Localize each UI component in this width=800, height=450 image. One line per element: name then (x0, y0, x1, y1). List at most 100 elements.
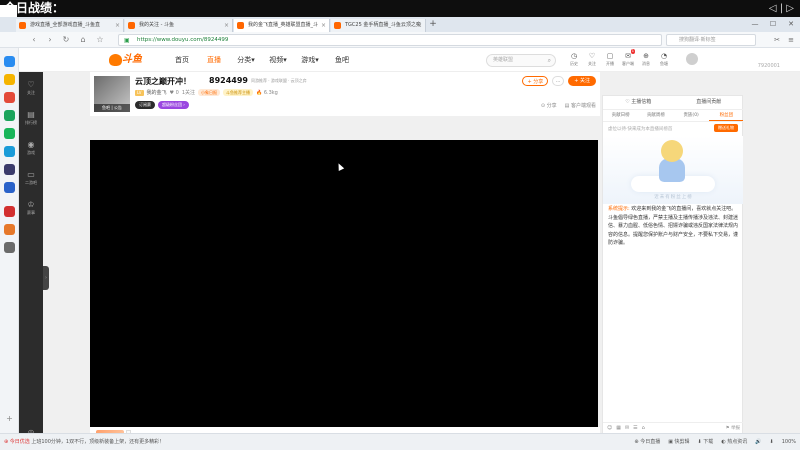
anchor-mailbox-tab[interactable]: ♡ 主播信箱 (603, 96, 674, 109)
wechat-icon[interactable] (4, 128, 15, 139)
home-icon[interactable]: ⌂ (642, 425, 645, 431)
sidebar-app-icon[interactable] (4, 206, 15, 217)
client-icon[interactable]: ✉ 客户端 1 (619, 49, 637, 71)
emoji-icon[interactable]: ☺ (607, 425, 612, 431)
site-search-input[interactable]: 英雄联盟 ⌕ (486, 54, 556, 67)
rail-events[interactable]: ♔ 赛事 (19, 200, 43, 216)
volume-icon[interactable]: 🔊 (755, 434, 761, 450)
more-icon[interactable]: ⋯ (552, 76, 565, 86)
message-icon[interactable]: ✉ (625, 425, 629, 431)
image-icon[interactable]: ▦ (616, 425, 621, 431)
today-pick[interactable]: ⊕ 今日优选 (4, 439, 30, 445)
list-icon[interactable]: ☰ (633, 425, 637, 431)
minimize-button[interactable]: — (746, 17, 764, 32)
follow-button[interactable]: + 关注 (568, 76, 596, 86)
rail-follow[interactable]: ♡ 关注 (19, 80, 43, 96)
tag-badge[interactable]: 斗鱼推荐主播 (223, 89, 253, 96)
room-category[interactable]: 同游推荐 · 游戏联盟 · 云顶之弈 (251, 78, 307, 84)
favorites-icon[interactable] (4, 74, 15, 85)
tab-label: 我的关注 - 斗鱼 (139, 22, 174, 28)
close-tab-icon[interactable]: × (417, 19, 422, 32)
add-icon[interactable]: + (0, 414, 19, 423)
rail-collapse-toggle[interactable]: › (43, 266, 49, 290)
browser-tab[interactable]: TGC25 金手柄直播_斗鱼云顶之奕 × (331, 19, 426, 32)
close-window-button[interactable]: ✕ (782, 17, 800, 32)
nav-home[interactable]: 首页 (166, 48, 198, 72)
system-text: 欢迎来到我的金飞的直播间，喜欢就点关注吧。斗鱼倡导绿色直播，严禁主播及主播传播涉… (608, 206, 739, 246)
bookmark-star-icon[interactable]: ☆ (94, 34, 106, 46)
status-item[interactable]: ▣ 快剪辑 (668, 434, 689, 450)
sidebar-app-icon[interactable] (4, 164, 15, 175)
tab-fan-club[interactable]: 粉丝团 (708, 110, 744, 121)
nav-live[interactable]: 直播 (198, 48, 230, 72)
douyu-logo[interactable]: 斗鱼 (109, 53, 143, 67)
download-icon[interactable]: ⬇ (770, 434, 774, 450)
download-item[interactable]: ⬇ 下载 (698, 434, 714, 450)
tab-label: TGC25 金手柄直播_斗鱼云顶之奕 (345, 22, 421, 28)
fan-club-button[interactable]: 超级粉丝团 › (158, 101, 189, 109)
room-title: 云顶之巅开冲！ (135, 77, 191, 86)
nav-category[interactable]: 分类▾ (230, 48, 262, 72)
status-item[interactable]: ⊕ 今日直播 (634, 434, 660, 450)
anchor-avatar[interactable]: 鱼吧 | 公告 (94, 76, 130, 112)
share-button[interactable]: + 分享 (522, 76, 549, 86)
share-link[interactable]: ⊙ 分享 (541, 102, 557, 109)
tab-daily-rank[interactable]: 贡献日榜 (603, 110, 638, 121)
screen: 今日战绩： ◁ | ▷ 游戏直播_全部游戏直播_斗鱼直 × 我的关注 - 斗鱼 … (0, 0, 800, 450)
contribution-tab[interactable]: 直播间贡献 (674, 96, 745, 109)
menu-icon[interactable]: ≡ (786, 34, 796, 46)
browser-tab-active[interactable]: 我的金飞直播_英雄联盟直播_斗 × (234, 19, 330, 32)
close-tab-icon[interactable]: × (115, 19, 120, 32)
nav-games[interactable]: 游戏▾ (294, 48, 326, 72)
browser-tab[interactable]: 我的关注 - 斗鱼 × (125, 19, 233, 32)
user-avatar[interactable] (686, 53, 698, 65)
rail-second-games[interactable]: ▭ 二游吧 (19, 170, 43, 186)
douyu-favicon-icon (128, 22, 135, 29)
nav-fishbar[interactable]: 鱼吧 (326, 48, 358, 72)
history-icon[interactable]: ◷ 历史 (565, 51, 583, 71)
zoom-level[interactable]: 100% (782, 434, 796, 450)
sidebar-app-icon[interactable] (4, 182, 15, 193)
sidebar-app-icon[interactable] (4, 92, 15, 103)
reload-icon[interactable]: ↻ (60, 34, 72, 46)
follow-icon[interactable]: ♡ 关注 (583, 51, 601, 71)
broadcast-icon[interactable]: ▢ 开播 (601, 51, 619, 71)
heart-icon: ♡ (27, 80, 35, 89)
close-tab-icon[interactable]: × (321, 19, 326, 32)
url-input[interactable]: ▣ https://www.douyu.com/8924499 (118, 34, 662, 46)
home-icon[interactable]: ⌂ (77, 34, 89, 46)
rail-games[interactable]: ◉ 游戏 (19, 140, 43, 156)
sidebar-app-icon[interactable] (4, 110, 15, 121)
video-player[interactable] (90, 140, 598, 427)
anchor-name[interactable]: 我的金飞 (147, 89, 167, 96)
new-tab-button[interactable]: + (427, 18, 439, 31)
close-tab-icon[interactable]: × (224, 19, 229, 32)
maximize-button[interactable]: ☐ (764, 17, 782, 32)
report-link[interactable]: ⚑ 举报 (726, 425, 740, 431)
sidebar-app-icon[interactable] (4, 242, 15, 253)
sidebar-app-icon[interactable] (4, 224, 15, 235)
sidebar-app-icon[interactable] (4, 56, 15, 67)
browser-search-input[interactable]: 搜狗翻译·新标签 (666, 34, 756, 46)
forward-icon[interactable]: › (44, 34, 56, 46)
send-gift-rank-button[interactable]: 赠送礼物 (714, 124, 738, 132)
sidebar-app-icon[interactable] (4, 146, 15, 157)
fishpond-icon[interactable]: ◔ 鱼塘 (655, 51, 673, 71)
stream-overlay-banner: 今日战绩： ◁ | ▷ (0, 0, 800, 17)
browser-tab[interactable]: 游戏直播_全部游戏直播_斗鱼直 × (16, 19, 124, 32)
status-item[interactable]: ◐ 热点资讯 (721, 434, 747, 450)
status-ticker[interactable]: 上班100分钟，1双不行，顶级新装备上架，还有更多精彩！ (31, 439, 164, 445)
rail-ranking[interactable]: ▤ 排行榜 (19, 110, 43, 126)
extension-icon[interactable]: ✂ (772, 34, 782, 46)
browser-search-placeholder: 搜狗翻译·新标签 (679, 37, 716, 43)
message-icon[interactable]: ⊕ 消息 (637, 51, 655, 71)
search-icon[interactable]: ⌕ (548, 55, 551, 66)
tab-nobles[interactable]: 贵族(0) (674, 110, 709, 121)
tab-weekly-rank[interactable]: 贡献周榜 (638, 110, 673, 121)
client-watch-link[interactable]: ▤ 客户端观看 (565, 102, 596, 109)
tag-badge[interactable]: 小象日报 (198, 89, 220, 96)
status-left: ⊕ 今日优选 上班100分钟，1双不行，顶级新装备上架，还有更多精彩！ (4, 434, 164, 450)
nav-video[interactable]: 视频▾ (262, 48, 294, 72)
back-icon[interactable]: ‹ (28, 34, 40, 46)
subscribe-pill[interactable]: 订阅赛 (135, 101, 155, 109)
